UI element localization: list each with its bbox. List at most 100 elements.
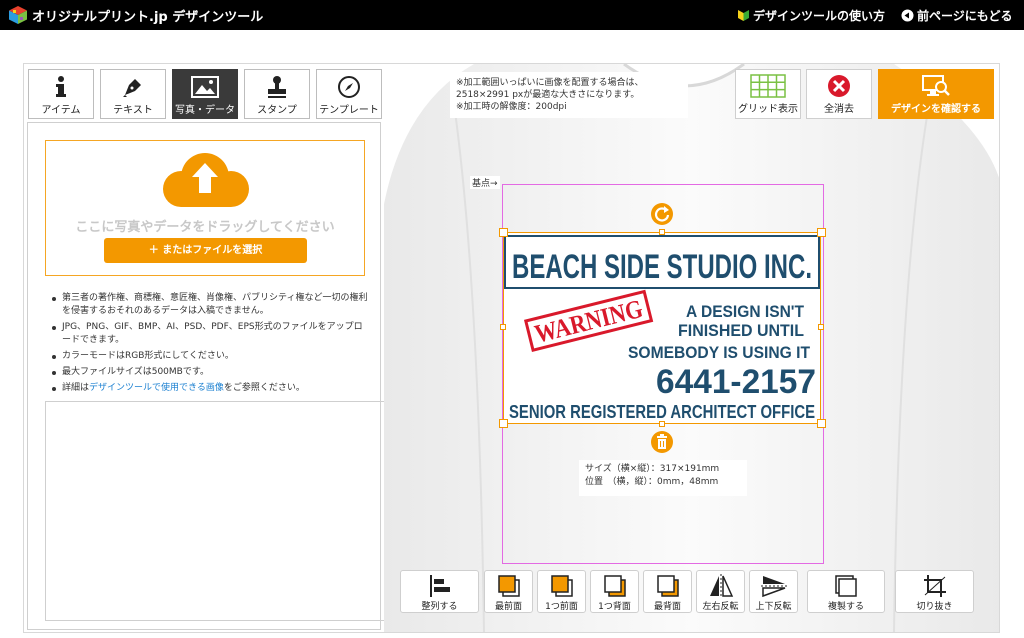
resize-handle-bottom-left[interactable] xyxy=(499,419,508,428)
resize-handle-bottom[interactable] xyxy=(659,421,665,427)
delete-image-button[interactable] xyxy=(651,431,673,453)
resize-handle-top-left[interactable] xyxy=(499,228,508,237)
how-to-link[interactable]: デザインツールの使い方 xyxy=(737,7,885,24)
send-backward-label: 1つ背面 xyxy=(598,602,631,612)
dropzone-text: ここに写真やデータをドラッグしてください xyxy=(75,220,335,235)
size-position-info: サイズ（横×縦）：317×191mm 位置 （横，縦）：0mm，48mm xyxy=(579,460,747,496)
duplicate-label: 複製する xyxy=(827,602,864,612)
back-label: 前ページにもどる xyxy=(917,9,1013,23)
note-item: 最大ファイルサイズは500MBです。 xyxy=(50,366,370,379)
tab-label: テキスト xyxy=(113,105,153,116)
cloud-upload-icon xyxy=(163,153,249,207)
stamp-icon xyxy=(268,76,286,98)
duplicate-icon xyxy=(835,575,857,597)
resize-handle-top[interactable] xyxy=(659,229,665,235)
grid-icon xyxy=(750,74,786,98)
how-to-label: デザインツールの使い方 xyxy=(753,9,886,23)
usable-images-link[interactable]: デザインツールで使用できる画像 xyxy=(89,383,224,393)
bring-forward-button[interactable]: 1つ前面 xyxy=(537,570,586,613)
duplicate-button[interactable]: 複製する xyxy=(807,570,885,613)
note-prefix: 詳細は xyxy=(62,383,90,393)
send-to-back-button[interactable]: 最背面 xyxy=(643,570,692,613)
pen-icon xyxy=(123,79,141,97)
resolution-note: ※加工範囲いっぱいに画像を配置する場合は、 2518×2991 pxが最適な大き… xyxy=(450,72,688,118)
print-warning: WARNING xyxy=(532,294,646,349)
flip-vertical-button[interactable]: 上下反転 xyxy=(749,570,798,613)
image-icon xyxy=(191,76,219,98)
bring-to-front-button[interactable]: 最前面 xyxy=(484,570,533,613)
align-icon xyxy=(429,575,450,597)
choose-file-button[interactable]: ＋ またはファイルを選択 xyxy=(104,238,307,263)
resize-handle-top-right[interactable] xyxy=(817,228,826,237)
send-backward-icon xyxy=(603,575,626,597)
uploaded-images-list[interactable] xyxy=(45,401,393,621)
tab-label: アイテム xyxy=(41,105,81,116)
tab-label: テンプレート xyxy=(319,105,379,116)
tab-photo-data[interactable]: 写真・データ xyxy=(172,69,238,119)
bring-forward-label: 1つ前面 xyxy=(545,602,578,612)
placed-image[interactable]: BEACH SIDE STUDIO INC. WARNING A DESIGN … xyxy=(503,232,821,424)
bring-front-icon xyxy=(497,575,520,597)
upload-dropzone[interactable]: ここに写真やデータをドラッグしてください ＋ またはファイルを選択 xyxy=(45,140,365,276)
send-back-icon xyxy=(656,575,679,597)
note-item: JPG、PNG、GIF、BMP、AI、PSD、PDF、EPS形式のファイルをアッ… xyxy=(50,321,370,347)
rotate-handle[interactable] xyxy=(651,203,673,225)
upload-notes: 第三者の著作権、商標権、意匠権、肖像権、パブリシティ権など一切の権利を侵害するお… xyxy=(50,292,370,398)
resize-handle-left[interactable] xyxy=(500,324,506,330)
grid-toggle-button[interactable]: グリッド表示 xyxy=(735,69,801,119)
back-link[interactable]: 前ページにもどる xyxy=(901,7,1013,24)
print-line-5: SENIOR REGISTERED ARCHITECT OFFICE xyxy=(509,402,815,422)
origin-label: 基点→ xyxy=(470,176,500,189)
tab-template[interactable]: テンプレート xyxy=(316,69,382,119)
app-title[interactable]: オリジナルプリント.jp デザインツール xyxy=(32,6,263,25)
tab-text[interactable]: テキスト xyxy=(100,69,166,119)
crop-icon xyxy=(923,575,946,597)
align-button[interactable]: 整列する xyxy=(400,570,479,613)
beginner-mark-icon xyxy=(738,10,749,21)
tab-stamp[interactable]: スタンプ xyxy=(244,69,310,119)
confirm-design-button[interactable]: デザインを確認する xyxy=(878,69,994,119)
tab-item[interactable]: アイテム xyxy=(28,69,94,119)
note-suffix: をご参照ください。 xyxy=(223,383,305,393)
bring-forward-icon xyxy=(550,575,573,597)
crop-label: 切り抜き xyxy=(916,602,953,612)
resize-handle-right[interactable] xyxy=(818,324,824,330)
confirm-label: デザインを確認する xyxy=(891,104,981,115)
send-back-label: 最背面 xyxy=(653,602,681,612)
back-arrow-icon xyxy=(901,9,914,22)
note-line: ※加工時の解像度：200dpi xyxy=(456,102,567,112)
size-readout: サイズ（横×縦）：317×191mm xyxy=(585,464,720,474)
flip-v-icon xyxy=(760,576,787,598)
align-label: 整列する xyxy=(421,602,458,612)
note-item: 第三者の著作権、商標権、意匠権、肖像権、パブリシティ権など一切の権利を侵害するお… xyxy=(50,292,370,318)
editor-stage: アイテム テキスト 写真・データ スタンプ テンプレート ここに写真やデータをド… xyxy=(23,63,1000,633)
clear-all-button[interactable]: 全消去 xyxy=(806,69,872,119)
info-icon xyxy=(56,76,66,97)
print-line-3: FINISHED UNTIL xyxy=(678,321,804,340)
rotate-icon xyxy=(654,206,670,222)
print-line-2: A DESIGN ISN'T xyxy=(686,302,805,321)
position-readout: 位置 （横，縦）：0mm，48mm xyxy=(585,477,719,487)
crop-button[interactable]: 切り抜き xyxy=(895,570,974,613)
flip-horizontal-button[interactable]: 左右反転 xyxy=(696,570,745,613)
print-phone: 6441-2157 xyxy=(656,363,816,401)
flip-h-label: 左右反転 xyxy=(702,602,739,612)
print-line-4: SOMEBODY IS USING IT xyxy=(628,343,811,362)
left-panel: アイテム テキスト 写真・データ スタンプ テンプレート ここに写真やデータをド… xyxy=(24,64,393,632)
print-line-1: BEACH SIDE STUDIO INC. xyxy=(512,248,812,286)
flip-v-label: 上下反転 xyxy=(755,602,792,612)
send-backward-button[interactable]: 1つ背面 xyxy=(590,570,639,613)
trash-icon xyxy=(657,434,667,449)
grid-label: グリッド表示 xyxy=(738,104,798,115)
print-artwork: BEACH SIDE STUDIO INC. WARNING A DESIGN … xyxy=(504,235,820,422)
clear-label: 全消去 xyxy=(824,104,854,115)
resize-handle-bottom-right[interactable] xyxy=(817,419,826,428)
note-item: カラーモードはRGB形式にしてください。 xyxy=(50,350,370,363)
monitor-search-icon xyxy=(922,75,950,96)
note-line: 2518×2991 pxが最適な大きさになります。 xyxy=(456,90,640,100)
note-line: ※加工範囲いっぱいに画像を配置する場合は、 xyxy=(456,78,644,88)
top-bar: オリジナルプリント.jp デザインツール デザインツールの使い方 前ページにもど… xyxy=(0,0,1024,30)
note-item: 詳細はデザインツールで使用できる画像をご参照ください。 xyxy=(50,382,370,395)
tab-label: 写真・データ xyxy=(175,105,235,116)
compass-icon xyxy=(338,76,360,98)
